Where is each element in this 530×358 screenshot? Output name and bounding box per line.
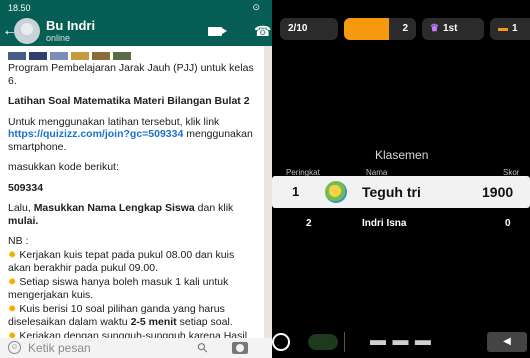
divider	[344, 332, 345, 352]
sunflower-icon: ✹	[8, 330, 17, 339]
signal-icon: ⊙	[252, 2, 260, 12]
sunflower-icon: ✹	[8, 276, 17, 288]
status-time: 18.50	[8, 3, 31, 13]
attach-icon[interactable]: ⚲	[194, 339, 212, 357]
row-name: Teguh tri	[362, 184, 421, 200]
join-code: 509334	[8, 181, 44, 194]
emoji-icon[interactable]: ☺	[8, 341, 21, 354]
leaderboard-row: 2 Indri Isna 0	[272, 208, 530, 240]
list-item: ✹ Setiap siswa hanya boleh masuk 1 kali u…	[8, 275, 229, 302]
image-thumbnail-strip[interactable]	[8, 52, 258, 60]
contact-status: online	[46, 33, 71, 43]
chat-panel: 18.50 ⊙ ← Bu Indri online ☎ Program Pemb…	[0, 0, 272, 358]
contact-name[interactable]: Bu Indri	[46, 18, 95, 33]
quiz-link[interactable]: https://quizizz.com/join?gc=509334	[8, 128, 183, 140]
row-rank: 1	[292, 184, 300, 199]
camera-icon[interactable]	[232, 342, 248, 354]
message-input[interactable]: Ketik pesan	[28, 341, 91, 355]
reaction-button[interactable]	[308, 334, 338, 350]
message-input-bar[interactable]: ☺ Ketik pesan ⚲	[0, 338, 272, 358]
sunflower-icon: ✹	[8, 249, 17, 261]
message-code-instruction: masukkan kode berikut:	[8, 161, 119, 173]
status-bar: 18.50 ⊙	[0, 0, 272, 16]
streak-pill: ▬ 1	[490, 18, 530, 40]
list-item: ✹ Kerjakan dengan sungguh-sungguh karena …	[8, 330, 258, 339]
message-bubble: Program Pembelajaran Jarak Jauh (PJJ) un…	[0, 46, 264, 338]
row-score: 0	[505, 218, 511, 229]
row-score: 1900	[482, 184, 514, 200]
list-item: ✹ Kuis berisi 10 soal pilihan ganda yang …	[8, 302, 233, 329]
phone-call-icon[interactable]: ☎	[254, 23, 271, 40]
message-name-instruction: Lalu, Masukkan Nama Lengkap Siswa dan kl…	[8, 202, 234, 227]
row-name: Indri Isna	[362, 218, 407, 229]
previous-button[interactable]: ◀	[487, 332, 527, 352]
nb-label: NB :	[8, 235, 29, 247]
leaderboard-row: 1 Teguh tri 1900	[272, 176, 530, 208]
contact-avatar[interactable]	[14, 18, 40, 44]
quiz-panel: 2/10 2 ♛ 1st ▬ 1 Klasemen Peringkat Nama S…	[272, 0, 530, 358]
video-call-icon[interactable]	[208, 27, 227, 36]
dash-indicator: ▬ ▬ ▬	[370, 332, 432, 349]
round-button[interactable]	[272, 333, 290, 351]
message-title: Latihan Soal Matematika Materi Bilangan …	[8, 95, 250, 107]
rank-pill: ♛ 1st	[422, 18, 484, 40]
player-avatar	[325, 181, 347, 203]
message-intro: Program Pembelajaran Jarak Jauh (PJJ) un…	[8, 62, 254, 87]
leaderboard-title: Klasemen	[375, 148, 429, 162]
sunflower-icon: ✹	[8, 303, 17, 315]
trophy-icon: ♛	[430, 23, 439, 34]
message-link-paragraph: Untuk menggunakan latihan tersebut, klik…	[8, 115, 253, 153]
chat-header[interactable]: ← Bu Indri online ☎	[0, 16, 272, 46]
row-rank: 2	[306, 218, 312, 229]
quiz-top-bar: 2/10 2 ♛ 1st ▬ 1	[272, 18, 530, 40]
list-item: ✹ Kerjakan kuis tepat pada pukul 08.00 da…	[8, 248, 235, 275]
score-value: 2	[402, 23, 408, 34]
streak-icon: ▬	[498, 23, 508, 34]
score-pill: 2	[344, 18, 416, 40]
score-progress-bar	[344, 18, 389, 40]
question-counter: 2/10	[280, 18, 338, 40]
